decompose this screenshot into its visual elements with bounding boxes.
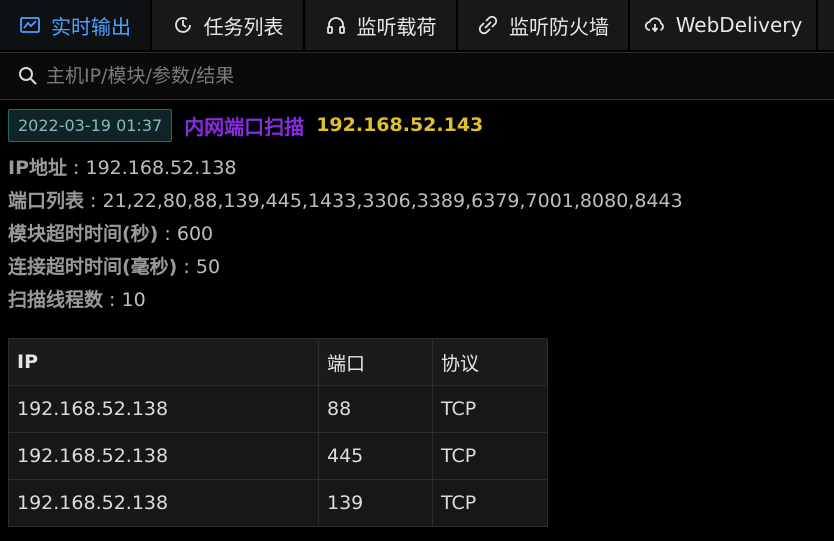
cell-ip: 192.168.52.138: [8, 385, 319, 433]
task-target-ip: 192.168.52.143: [316, 114, 484, 136]
param-key: 端口列表: [8, 190, 85, 212]
result-table: IP 端口 协议 192.168.52.138 88 TCP 192.168.5…: [8, 338, 548, 527]
param-key: 模块超时时间(秒): [8, 223, 159, 245]
cell-protocol: TCP: [432, 432, 548, 480]
param-row: 扫描线程数 : 10: [8, 284, 828, 317]
tab-label: 监听防火墙: [509, 14, 609, 39]
link-broken-icon: [477, 14, 499, 36]
search-icon: [18, 66, 38, 86]
timestamp-badge: 2022-03-19 01:37: [8, 108, 173, 142]
param-value: : 10: [103, 289, 146, 311]
tab-label: 实时输出: [51, 14, 131, 39]
tab-listen-payload[interactable]: 监听载荷: [305, 0, 458, 50]
cloud-download-icon: [644, 14, 666, 36]
cell-ip: 192.168.52.138: [8, 432, 319, 480]
table-row: 192.168.52.138 445 TCP: [8, 432, 548, 480]
task-params: IP地址 : 192.168.52.138 端口列表 : 21,22,80,88…: [8, 152, 828, 317]
cell-protocol: TCP: [432, 385, 548, 433]
column-header-protocol: 协议: [432, 338, 548, 386]
param-row: 连接超时时间(毫秒) : 50: [8, 251, 828, 284]
cell-port: 445: [318, 432, 433, 480]
tab-label: WebDelivery: [675, 13, 803, 37]
param-row: 模块超时时间(秒) : 600: [8, 218, 828, 251]
tab-listen-firewall[interactable]: 监听防火墙: [458, 0, 630, 50]
param-value: : 192.168.52.138: [67, 157, 237, 179]
param-value: : 600: [158, 223, 214, 245]
param-key: 扫描线程数: [8, 289, 104, 311]
cell-port: 139: [318, 479, 433, 527]
search-input[interactable]: [46, 65, 806, 87]
param-key: 连接超时时间(毫秒): [8, 256, 178, 278]
tab-bar: 实时输出 任务列表 监听载荷 监听防火墙 WebDelivery: [0, 0, 834, 52]
tab-label: 任务列表: [203, 14, 284, 39]
cell-ip: 192.168.52.138: [8, 479, 319, 527]
column-header-ip: IP: [8, 338, 319, 386]
clock-list-icon: [172, 14, 194, 36]
param-row: IP地址 : 192.168.52.138: [8, 152, 828, 185]
output-panel: 2022-03-19 01:37 内网端口扫描 192.168.52.143 I…: [8, 108, 828, 527]
cell-port: 88: [318, 385, 433, 433]
table-row: 192.168.52.138 88 TCP: [8, 385, 548, 433]
param-value: : 50: [177, 256, 221, 278]
param-key: IP地址: [8, 157, 67, 179]
chart-icon: [19, 14, 41, 36]
search-bar: [0, 52, 834, 100]
headphones-icon: [325, 14, 347, 36]
tab-task-list[interactable]: 任务列表: [152, 0, 305, 50]
param-row: 端口列表 : 21,22,80,88,139,445,1433,3306,338…: [8, 185, 828, 218]
column-header-port: 端口: [318, 338, 433, 386]
table-row: 192.168.52.138 139 TCP: [8, 479, 548, 527]
task-name: 内网端口扫描: [184, 114, 305, 139]
tab-webdelivery[interactable]: WebDelivery: [630, 0, 818, 50]
task-header: 2022-03-19 01:37 内网端口扫描 192.168.52.143: [8, 108, 828, 142]
cell-protocol: TCP: [432, 479, 548, 527]
tab-bar-filler: [818, 0, 834, 50]
param-value: : 21,22,80,88,139,445,1433,3306,3389,637…: [84, 190, 683, 212]
tab-realtime-output[interactable]: 实时输出: [0, 0, 152, 50]
tab-label: 监听载荷: [356, 14, 437, 39]
table-header-row: IP 端口 协议: [8, 338, 548, 386]
